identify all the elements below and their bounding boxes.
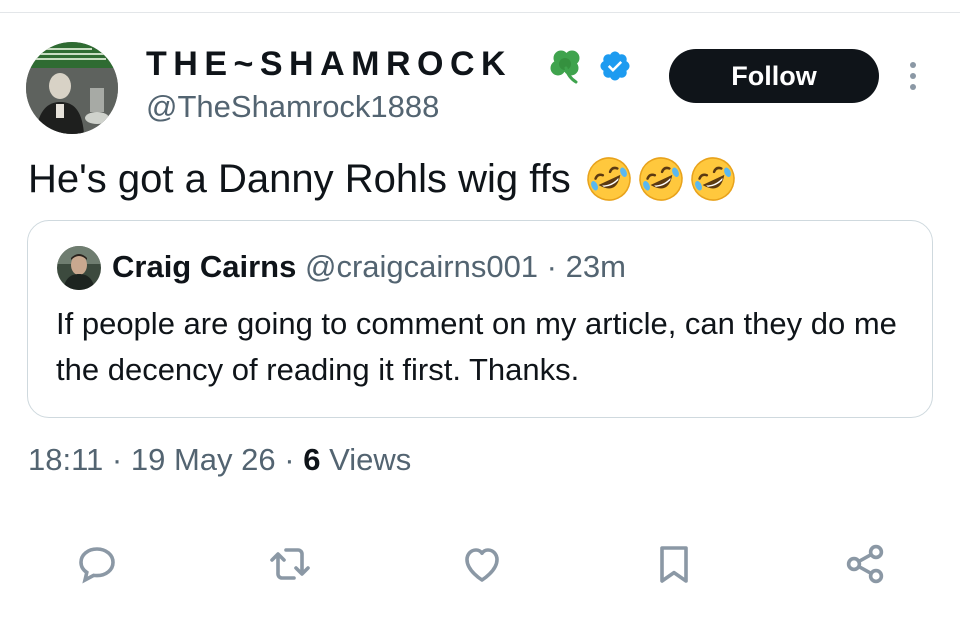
bookmark-button[interactable]	[650, 540, 698, 588]
retweet-icon	[270, 548, 310, 580]
rofl-emoji-icon	[690, 157, 735, 201]
quote-author-name[interactable]: Craig Cairns	[112, 249, 296, 284]
reply-button[interactable]	[73, 540, 121, 588]
views-label: Views	[329, 442, 412, 477]
meta-separator: ·	[284, 442, 295, 477]
quote-header: Craig Cairns @craigcairns001 · 23m	[112, 247, 626, 287]
retweet-button[interactable]	[266, 540, 314, 588]
like-button[interactable]	[458, 540, 506, 588]
top-divider	[0, 12, 960, 13]
more-options-icon[interactable]	[903, 60, 923, 92]
tweet-meta: 18:11 · 19 May 26 · 6 Views	[28, 440, 411, 480]
quote-timestamp[interactable]: 23m	[566, 249, 626, 284]
shamrock-icon	[550, 50, 580, 84]
author-display-name[interactable]: THE~SHAMROCK	[146, 44, 512, 84]
quote-author-handle[interactable]: @craigcairns001	[305, 249, 538, 284]
views-count: 6	[303, 442, 321, 477]
emoji-row	[585, 155, 737, 203]
like-icon	[465, 548, 499, 582]
tweet-text: He's got a Danny Rohls wig ffs	[28, 153, 737, 205]
author-handle[interactable]: @TheShamrock1888	[146, 88, 439, 126]
author-avatar[interactable]	[26, 42, 118, 134]
bookmark-icon	[660, 546, 688, 583]
tweet-body: He's got a Danny Rohls wig ffs	[28, 157, 571, 201]
rofl-emoji-icon	[586, 157, 631, 201]
tweet-time[interactable]: 18:11	[28, 442, 103, 477]
share-icon	[846, 544, 884, 584]
verified-badge-icon[interactable]	[598, 49, 632, 83]
quoted-tweet-card[interactable]: Craig Cairns @craigcairns001 · 23m If pe…	[27, 220, 933, 418]
share-button[interactable]	[842, 540, 890, 588]
reply-icon	[79, 547, 115, 584]
meta-separator: ·	[111, 442, 123, 477]
follow-button[interactable]: Follow	[669, 49, 879, 103]
rofl-emoji-icon	[638, 157, 683, 201]
quote-author-avatar[interactable]	[57, 246, 101, 290]
quote-text: If people are going to comment on my art…	[56, 306, 897, 387]
tweet-date[interactable]: 19 May 26	[131, 442, 276, 477]
quote-separator: ·	[546, 249, 557, 284]
